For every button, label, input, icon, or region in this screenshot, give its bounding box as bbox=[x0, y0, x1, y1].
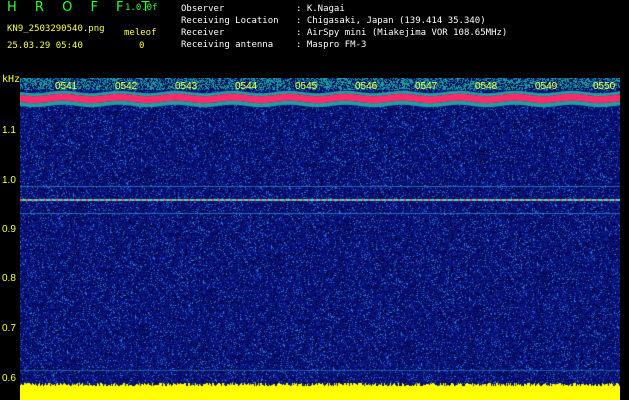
spectrogram-canvas bbox=[20, 78, 620, 400]
location-value: : Chigasaki, Japan (139.414 35.340) bbox=[296, 16, 486, 26]
meleof-label: meleof bbox=[124, 28, 157, 38]
x-tick-label: 0542 bbox=[115, 81, 138, 92]
location-key: Receiving Location bbox=[181, 16, 279, 26]
y-tick-label: 0.6 bbox=[2, 373, 16, 384]
observer-value: : K.Nagai bbox=[296, 4, 345, 14]
timestamp-label: 25.03.29 05:40 bbox=[7, 41, 83, 51]
unit-label: kHz bbox=[2, 74, 21, 85]
version-label: 1.0.0f bbox=[125, 3, 158, 13]
x-tick-label: 0543 bbox=[175, 81, 198, 92]
x-tick-label: 0548 bbox=[475, 81, 498, 92]
y-tick-label: 0.9 bbox=[2, 224, 16, 235]
y-tick-label: 1.1 bbox=[2, 125, 16, 136]
x-tick-label: 0547 bbox=[415, 81, 438, 92]
filename-label: KN9_2503290540.png bbox=[7, 24, 105, 34]
y-tick-label: 0.7 bbox=[2, 323, 16, 334]
x-tick-label: 0545 bbox=[295, 81, 318, 92]
x-tick-label: 0550 bbox=[593, 81, 616, 92]
spectrogram bbox=[20, 78, 620, 400]
x-tick-label: 0544 bbox=[235, 81, 258, 92]
antenna-key: Receiving antenna bbox=[181, 40, 274, 50]
y-tick-label: 0.8 bbox=[2, 273, 16, 284]
meleof-value: 0 bbox=[139, 41, 145, 51]
observer-key: Observer bbox=[181, 4, 225, 14]
antenna-value: : Maspro FM-3 bbox=[296, 40, 367, 50]
x-tick-label: 0541 bbox=[55, 81, 78, 92]
x-tick-label: 0549 bbox=[535, 81, 558, 92]
receiver-value: : AirSpy mini (Miakejima VOR 108.65MHz) bbox=[296, 28, 508, 38]
y-tick-label: 1.0 bbox=[2, 175, 16, 186]
x-tick-label: 0546 bbox=[355, 81, 378, 92]
receiver-key: Receiver bbox=[181, 28, 225, 38]
